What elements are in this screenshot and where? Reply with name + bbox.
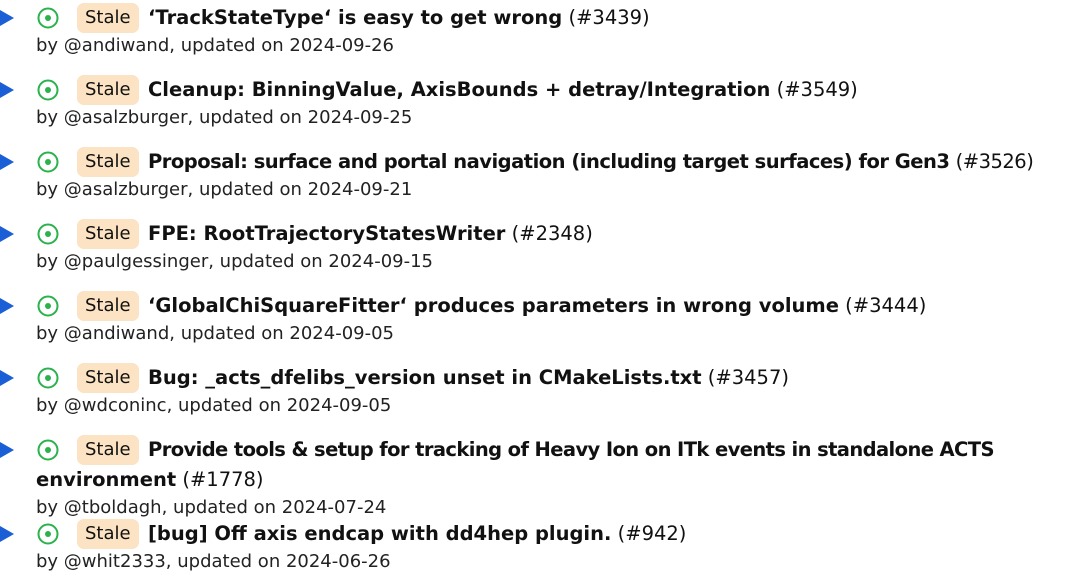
- issue-title[interactable]: Proposal: surface and portal navigation …: [148, 150, 950, 173]
- issue-number[interactable]: (#942): [618, 522, 687, 545]
- list-item: Stale Proposal: surface and portal navig…: [0, 147, 1087, 203]
- open-status-icon: [37, 151, 59, 173]
- issue-meta: by @asalzburger, updated on 2024-09-25: [36, 107, 413, 128]
- list-item: Stale Bug: _acts_dfelibs_version unset i…: [0, 363, 1087, 419]
- issue-meta: by @andiwand, updated on 2024-09-26: [36, 35, 395, 56]
- open-status-icon: [37, 367, 59, 389]
- stale-badge: Stale: [77, 291, 139, 321]
- list-item: Stale ‘TrackStateType‘ is easy to get wr…: [0, 3, 1087, 59]
- issue-header: Stale ‘TrackStateType‘ is easy to get wr…: [0, 3, 1087, 33]
- expand-triangle-icon[interactable]: [0, 154, 14, 170]
- expand-triangle-icon[interactable]: [0, 82, 14, 98]
- list-item: Stale Cleanup: BinningValue, AxisBounds …: [0, 75, 1087, 131]
- issue-header: Stale Provide tools & setup for tracking…: [0, 435, 1087, 465]
- issue-header: Stale FPE: RootTrajectoryStatesWriter (#…: [0, 219, 1087, 249]
- open-status-icon: [37, 79, 59, 101]
- issue-number[interactable]: (#3526): [956, 150, 1034, 173]
- list-item: Stale [bug] Off axis endcap with dd4hep …: [0, 519, 1087, 575]
- open-status-icon: [37, 439, 59, 461]
- expand-triangle-icon[interactable]: [0, 226, 14, 242]
- issue-header: Stale [bug] Off axis endcap with dd4hep …: [0, 519, 1087, 549]
- stale-badge: Stale: [77, 519, 139, 549]
- stale-badge: Stale: [77, 363, 139, 393]
- issue-meta: by @asalzburger, updated on 2024-09-21: [36, 179, 413, 200]
- list-item: Stale Provide tools & setup for tracking…: [0, 435, 1087, 521]
- stale-badge: Stale: [77, 435, 139, 465]
- stale-badge: Stale: [77, 3, 139, 33]
- issue-header: Stale Bug: _acts_dfelibs_version unset i…: [0, 363, 1087, 393]
- issue-title[interactable]: Provide tools & setup for tracking of He…: [148, 438, 994, 461]
- issue-meta: by @andiwand, updated on 2024-09-05: [36, 323, 395, 344]
- issue-title[interactable]: Bug: _acts_dfelibs_version unset in CMak…: [148, 366, 702, 389]
- issue-title[interactable]: FPE: RootTrajectoryStatesWriter: [148, 222, 505, 245]
- open-status-icon: [37, 223, 59, 245]
- issue-header: Stale Cleanup: BinningValue, AxisBounds …: [0, 75, 1087, 105]
- open-status-icon: [37, 7, 59, 29]
- issue-title[interactable]: [bug] Off axis endcap with dd4hep plugin…: [148, 522, 611, 545]
- issue-meta: by @whit2333, updated on 2024-06-26: [36, 551, 391, 572]
- issue-meta: by @paulgessinger, updated on 2024-09-15: [36, 251, 433, 272]
- stale-badge: Stale: [77, 147, 139, 177]
- list-item: Stale ‘GlobalChiSquareFitter‘ produces p…: [0, 291, 1087, 347]
- issue-list: Stale ‘TrackStateType‘ is easy to get wr…: [0, 0, 1087, 582]
- issue-title-cont[interactable]: environment: [36, 468, 176, 491]
- expand-triangle-icon[interactable]: [0, 298, 14, 314]
- issue-title-continuation: environment (#1778): [0, 465, 1087, 495]
- expand-triangle-icon[interactable]: [0, 370, 14, 386]
- issue-header: Stale ‘GlobalChiSquareFitter‘ produces p…: [0, 291, 1087, 321]
- issue-meta: by @tboldagh, updated on 2024-07-24: [36, 497, 387, 518]
- issue-header: Stale Proposal: surface and portal navig…: [0, 147, 1087, 177]
- open-status-icon: [37, 295, 59, 317]
- issue-number[interactable]: (#2348): [512, 222, 593, 245]
- issue-number[interactable]: (#3549): [777, 78, 858, 101]
- list-item: Stale FPE: RootTrajectoryStatesWriter (#…: [0, 219, 1087, 275]
- issue-number[interactable]: (#3457): [708, 366, 789, 389]
- issue-title[interactable]: Cleanup: BinningValue, AxisBounds + detr…: [148, 78, 770, 101]
- issue-number[interactable]: (#1778): [182, 468, 263, 491]
- issue-meta: by @wdconinc, updated on 2024-09-05: [36, 395, 392, 416]
- expand-triangle-icon[interactable]: [0, 442, 14, 458]
- open-status-icon: [37, 523, 59, 545]
- stale-badge: Stale: [77, 219, 139, 249]
- expand-triangle-icon[interactable]: [0, 526, 14, 542]
- issue-title[interactable]: ‘TrackStateType‘ is easy to get wrong: [148, 6, 562, 29]
- issue-title[interactable]: ‘GlobalChiSquareFitter‘ produces paramet…: [148, 294, 839, 317]
- issue-number[interactable]: (#3439): [568, 6, 649, 29]
- issue-number[interactable]: (#3444): [845, 294, 926, 317]
- stale-badge: Stale: [77, 75, 139, 105]
- expand-triangle-icon[interactable]: [0, 10, 14, 26]
